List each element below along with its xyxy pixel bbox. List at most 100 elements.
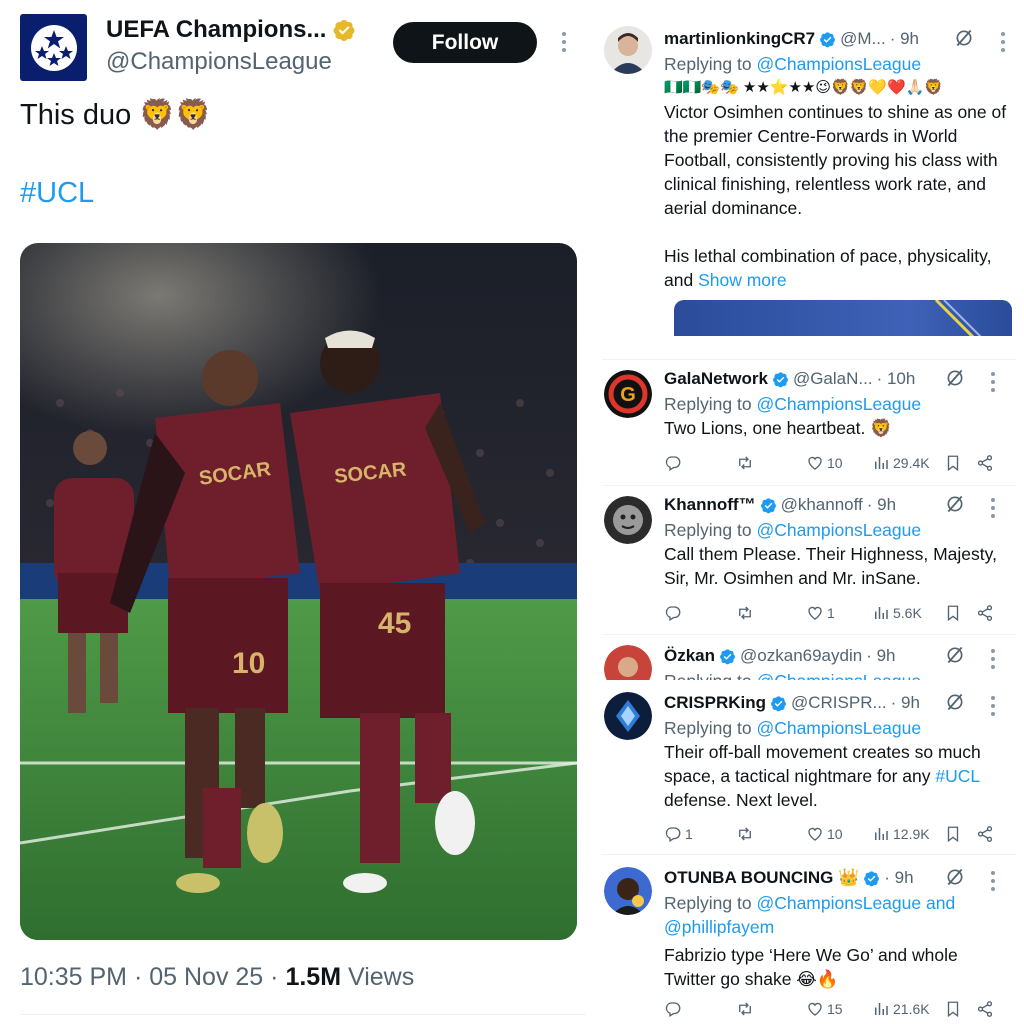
reply-button[interactable]	[664, 602, 685, 624]
reply-author-name[interactable]: Özkan	[664, 646, 715, 666]
reply-author-handle[interactable]: @M...	[840, 29, 886, 49]
reply-item[interactable]: OTUNBA BOUNCING 👑 · 9h Replying to @Cham…	[602, 854, 1016, 1024]
share-button[interactable]	[976, 998, 994, 1020]
tweet-text: This duo 🦁🦁	[20, 99, 212, 131]
reply-author-handle[interactable]: @khannoff	[781, 495, 863, 515]
grok-slash-icon[interactable]	[945, 494, 965, 514]
repost-button[interactable]	[736, 998, 757, 1020]
reply-time[interactable]: · 9h	[890, 29, 919, 49]
reply-time[interactable]: · 9h	[891, 693, 920, 713]
author-name-text[interactable]: UEFA Champions...	[106, 16, 326, 44]
author-avatar[interactable]	[20, 14, 87, 81]
views-button[interactable]: 5.6K	[872, 602, 922, 624]
reply-author-handle[interactable]: @GalaN...	[793, 369, 873, 389]
replying-to-link-2[interactable]: @phillipfayem	[664, 917, 774, 937]
replying-to-link[interactable]: @ChampionsLeague	[756, 394, 921, 414]
more-vertical-icon[interactable]	[1000, 32, 1006, 52]
replying-to-link[interactable]: @ChampionsLeague	[756, 893, 921, 913]
reply-button[interactable]	[664, 998, 685, 1020]
reply-button[interactable]	[664, 452, 685, 474]
replying-to-link[interactable]: @ChampionsLeague	[756, 671, 921, 680]
reply-author-name[interactable]: Khannoff™	[664, 495, 756, 515]
reply-button[interactable]: 1	[664, 823, 693, 845]
reply-author-name[interactable]: GalaNetwork	[664, 369, 768, 389]
share-button[interactable]	[976, 452, 994, 474]
reply-item[interactable]: Khannoff™ @khannoff · 9h Replying to @Ch…	[602, 485, 1016, 632]
grok-slash-icon[interactable]	[945, 692, 965, 712]
tweet-date[interactable]: 05 Nov 25	[149, 963, 263, 991]
replying-to-line: Replying to @ChampionsLeague	[664, 520, 922, 540]
views-button[interactable]: 29.4K	[872, 452, 930, 474]
avatar[interactable]	[604, 496, 652, 544]
reply-time[interactable]: · 9h	[867, 495, 896, 515]
views-button[interactable]: 12.9K	[872, 823, 930, 845]
more-vertical-icon[interactable]	[990, 498, 996, 518]
show-more-link[interactable]: Show more	[698, 270, 787, 290]
bookmark-button[interactable]	[944, 998, 962, 1020]
reply-item[interactable]: Özkan @ozkan69aydin · 9h Replying to @Ch…	[602, 634, 1016, 680]
share-button[interactable]	[976, 823, 994, 845]
jersey-number-right: 45	[378, 607, 411, 640]
author-name[interactable]: UEFA Champions...	[106, 16, 356, 44]
replying-to-line: Replying to @ChampionsLeague and @phillip…	[664, 893, 956, 937]
bookmark-button[interactable]	[944, 823, 962, 845]
verified-blue-badge-icon	[719, 648, 736, 665]
like-button[interactable]: 1	[806, 602, 835, 624]
reply-author-handle[interactable]: @ozkan69aydin	[740, 646, 862, 666]
tweet-hashtag-link[interactable]: #UCL	[20, 177, 94, 210]
reply-time[interactable]: · 10h	[877, 369, 916, 389]
reply-body: Replying to @ChampionsLeague Call them P…	[664, 518, 1009, 590]
views-label: Views	[348, 963, 415, 991]
tweet-time[interactable]: 10:35 PM	[20, 963, 127, 991]
replying-to-line: Replying to @ChampionsLeague	[664, 669, 1009, 680]
grok-slash-icon[interactable]	[945, 368, 965, 388]
heart-icon	[806, 825, 824, 843]
views-button[interactable]: 21.6K	[872, 998, 930, 1020]
more-vertical-icon[interactable]	[990, 372, 996, 392]
more-vertical-icon[interactable]	[990, 649, 996, 669]
reply-time[interactable]: · 9h	[884, 868, 913, 888]
reply-icon	[664, 1000, 682, 1018]
follow-button[interactable]: Follow	[393, 22, 537, 63]
repost-button[interactable]	[736, 823, 757, 845]
reply-hashtag-link[interactable]: #UCL	[935, 766, 979, 786]
more-vertical-icon[interactable]	[561, 32, 567, 52]
replying-to-link[interactable]: @ChampionsLeague	[756, 718, 921, 738]
verified-blue-badge-icon	[772, 371, 789, 388]
reply-item[interactable]: G GalaNetwork @GalaN... · 10h Replying t…	[602, 359, 1016, 483]
avatar[interactable]: G	[604, 370, 652, 418]
avatar[interactable]	[604, 645, 652, 680]
repost-button[interactable]	[736, 602, 757, 624]
reply-media-preview[interactable]	[674, 300, 1012, 336]
share-button[interactable]	[976, 602, 994, 624]
reply-time[interactable]: · 9h	[866, 646, 895, 666]
reply-item[interactable]: martinlionkingCR7 @M... · 9h Replying to…	[602, 18, 1016, 336]
grok-slash-icon[interactable]	[954, 28, 974, 48]
grok-slash-icon[interactable]	[945, 867, 965, 887]
like-button[interactable]: 15	[806, 998, 843, 1020]
replying-to-link[interactable]: @ChampionsLeague	[756, 54, 921, 74]
like-count: 10	[827, 826, 843, 842]
avatar[interactable]	[604, 867, 652, 915]
like-button[interactable]: 10	[806, 823, 843, 845]
reply-item[interactable]: CRISPRKing @CRISPR... · 9h Replying to @…	[602, 680, 1016, 854]
like-button[interactable]: 10	[806, 452, 843, 474]
grok-slash-icon[interactable]	[945, 645, 965, 665]
heart-icon	[806, 454, 824, 472]
views-chart-icon	[872, 1000, 890, 1018]
reply-author-handle[interactable]: @CRISPR...	[791, 693, 887, 713]
reply-author-name[interactable]: OTUNBA BOUNCING 👑	[664, 868, 859, 888]
more-vertical-icon[interactable]	[990, 871, 996, 891]
replying-to-link[interactable]: @ChampionsLeague	[756, 520, 921, 540]
repost-button[interactable]	[736, 452, 757, 474]
meta-separator: ·	[270, 963, 279, 991]
author-handle[interactable]: @ChampionsLeague	[106, 48, 332, 76]
more-vertical-icon[interactable]	[990, 696, 996, 716]
reply-author-name[interactable]: martinlionkingCR7	[664, 29, 815, 49]
avatar[interactable]	[604, 26, 652, 74]
tweet-photo[interactable]: SOCAR SOCAR 10 45	[20, 243, 577, 940]
reply-author-name[interactable]: CRISPRKing	[664, 693, 766, 713]
bookmark-button[interactable]	[944, 602, 962, 624]
bookmark-button[interactable]	[944, 452, 962, 474]
avatar[interactable]	[604, 692, 652, 740]
